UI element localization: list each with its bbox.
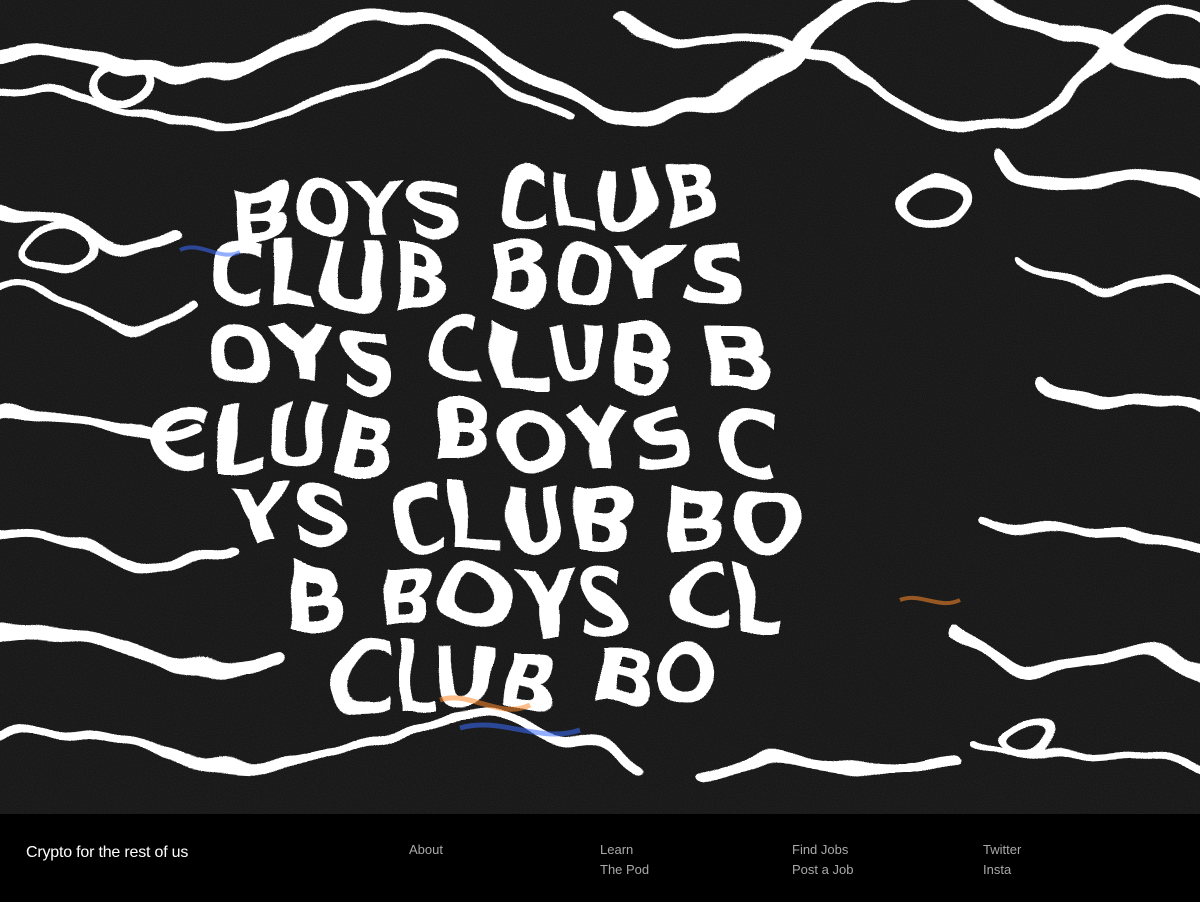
hero-line: CLUB BO xyxy=(330,631,720,724)
footer-tagline: Crypto for the rest of us xyxy=(26,844,189,861)
footer-column-social: Twitter Insta xyxy=(983,842,1021,878)
footer-link-the-pod[interactable]: The Pod xyxy=(600,862,649,878)
footer-link-insta[interactable]: Insta xyxy=(983,862,1021,878)
footer-column-about: About xyxy=(409,842,443,858)
site-footer: Crypto for the rest of us About Learn Th… xyxy=(0,814,1200,902)
footer-link-find-jobs[interactable]: Find Jobs xyxy=(792,842,853,858)
page: BOYS CLUB CLUB BOYS OYS CLUB B CLUB BOYS… xyxy=(0,0,1200,902)
footer-link-twitter[interactable]: Twitter xyxy=(983,842,1021,858)
footer-column-jobs: Find Jobs Post a Job xyxy=(792,842,853,878)
footer-link-learn[interactable]: Learn xyxy=(600,842,649,858)
footer-column-learn: Learn The Pod xyxy=(600,842,649,878)
hero-artwork: BOYS CLUB CLUB BOYS OYS CLUB B CLUB BOYS… xyxy=(0,0,1200,814)
hero-swirl-graphic: BOYS CLUB CLUB BOYS OYS CLUB B CLUB BOYS… xyxy=(0,0,1200,814)
footer-link-about[interactable]: About xyxy=(409,842,443,858)
footer-link-post-a-job[interactable]: Post a Job xyxy=(792,862,853,878)
